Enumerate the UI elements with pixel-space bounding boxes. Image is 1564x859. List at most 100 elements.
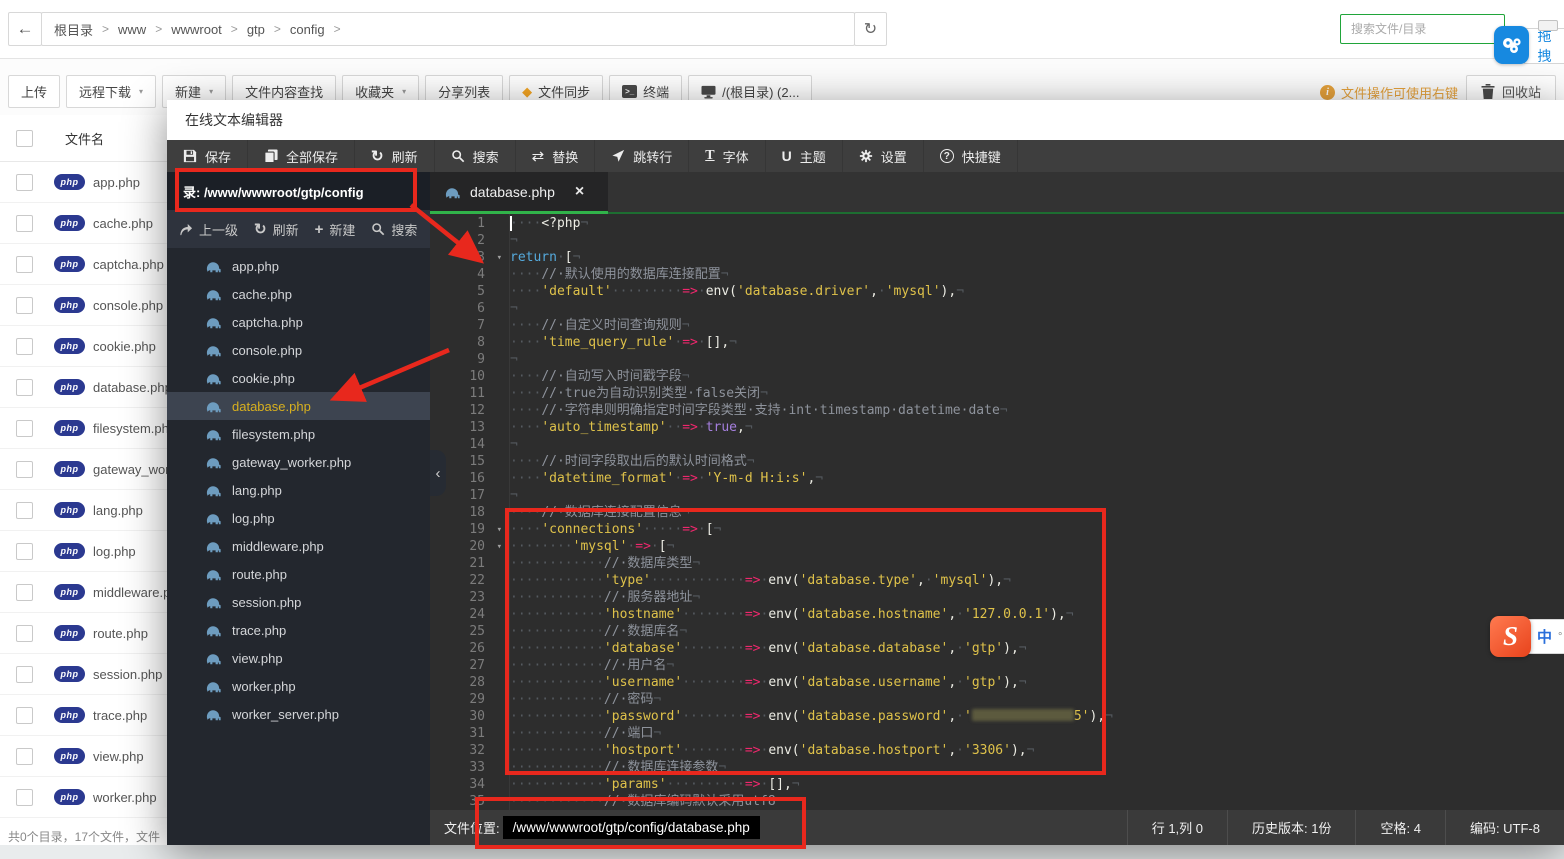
editor-toolbar-button[interactable]: 跳转行 <box>595 140 690 172</box>
toolbar-button[interactable]: 远程下载 ▾ <box>66 75 157 108</box>
editor-toolbar-button[interactable]: T 字体 <box>689 140 766 172</box>
code-line[interactable]: ············//·数据库名¬ <box>510 623 1564 640</box>
tree-item[interactable]: worker.php <box>167 672 430 700</box>
tree-item[interactable]: session.php <box>167 588 430 616</box>
status-item[interactable]: 编码: UTF-8 <box>1444 810 1564 845</box>
status-item[interactable]: 空格: 4 <box>1355 810 1444 845</box>
tree-toolbar-button[interactable]: + 新建 <box>315 220 356 239</box>
code-line[interactable]: ············'hostname'········=> · env('da… <box>510 606 1564 623</box>
fold-caret-icon[interactable]: ▾ <box>497 522 502 539</box>
code-line[interactable]: ····'time_query_rule'·=>·[],¬ <box>510 334 1564 351</box>
sidebar-collapse-handle[interactable]: ‹ <box>430 450 446 496</box>
tree-item[interactable]: view.php <box>167 644 430 672</box>
tree-item[interactable]: trace.php <box>167 616 430 644</box>
select-all-checkbox[interactable] <box>16 129 33 147</box>
tree-item[interactable]: log.php <box>167 504 430 532</box>
tree-item[interactable]: filesystem.php <box>167 420 430 448</box>
back-button[interactable]: ← <box>8 12 42 46</box>
row-checkbox[interactable] <box>16 378 33 396</box>
fold-caret-icon[interactable]: ▾ <box>497 539 502 556</box>
breadcrumb-item[interactable]: wwwroot <box>171 22 222 37</box>
code-line[interactable]: ····//·true为自动识别类型·false关闭¬ <box>510 385 1564 402</box>
code-line[interactable]: ········'mysql'·=>·[¬ <box>510 538 1564 555</box>
row-checkbox[interactable] <box>16 460 33 478</box>
code-line[interactable]: ····//·字符串则明确指定时间字段类型·支持·int·timestamp·d… <box>510 402 1564 419</box>
row-checkbox[interactable] <box>16 788 33 806</box>
code-line[interactable]: ············'params'··········=>·[],¬ <box>510 776 1564 793</box>
row-checkbox[interactable] <box>16 255 33 273</box>
code-line[interactable]: ····//·时间字段取出后的默认时间格式¬ <box>510 453 1564 470</box>
netdisk-drag-button[interactable]: 拖拽 <box>1524 28 1564 64</box>
row-checkbox[interactable] <box>16 214 33 232</box>
code-line[interactable]: ¬ <box>510 232 1564 249</box>
netdisk-icon[interactable] <box>1494 26 1530 64</box>
editor-toolbar-button[interactable]: U 主题 <box>766 140 843 172</box>
row-checkbox[interactable] <box>16 665 33 683</box>
sogou-logo-icon[interactable]: S <box>1490 616 1531 657</box>
code-line[interactable]: ····'connections'·····=>·[¬ <box>510 521 1564 538</box>
search-input[interactable] <box>1349 21 1473 37</box>
code-line[interactable]: ¬ <box>510 300 1564 317</box>
editor-toolbar-button[interactable]: ? 快捷键 <box>924 140 1018 172</box>
code-line[interactable]: ············'database'········=> · env('da… <box>510 640 1564 657</box>
code-line[interactable]: ············'password'········=> · env('da… <box>510 708 1564 725</box>
code-line[interactable]: ¬ <box>510 487 1564 504</box>
code-line[interactable]: return·[¬ <box>510 249 1564 266</box>
row-checkbox[interactable] <box>16 337 33 355</box>
code-line[interactable]: ····<?php¬ <box>510 215 1564 232</box>
code-line[interactable]: ····'default'·········=>·env('database.d… <box>510 283 1564 300</box>
editor-toolbar-button[interactable]: 全部保存 <box>248 140 356 172</box>
tree-item[interactable]: app.php <box>167 252 430 280</box>
tree-toolbar-button[interactable]: 上一级 <box>179 220 238 239</box>
code-line[interactable]: ············//·服务器地址¬ <box>510 589 1564 606</box>
tree-toolbar-button[interactable]: 搜索 <box>371 220 417 239</box>
toolbar-button[interactable]: 上传 <box>8 75 61 108</box>
row-checkbox[interactable] <box>16 296 33 314</box>
editor-toolbar-button[interactable]: 搜索 <box>435 140 516 172</box>
row-checkbox[interactable] <box>16 747 33 765</box>
code-editor[interactable]: 1 2 3 ▾ 4 5 6 7 8 9 10 11 12 13 14 15 16 17 18 19 ▾ 20 ▾ 21 22 23… <box>430 214 1564 810</box>
code-line[interactable]: ············'type'············=>·env('da… <box>510 572 1564 589</box>
code-line[interactable]: ············//·数据库类型¬ <box>510 555 1564 572</box>
editor-toolbar-button[interactable]: 保存 <box>167 140 249 172</box>
status-item[interactable]: 行 1,列 0 <box>1126 810 1227 845</box>
code-line[interactable]: ····'datetime_format'·=>·'Y-m-d H:i:s',¬ <box>510 470 1564 487</box>
row-checkbox[interactable] <box>16 173 33 191</box>
code-lines[interactable]: ····<?php¬ ¬ return·[¬ ····//·默认使用的数据库连接配置¬… <box>510 214 1564 810</box>
breadcrumb-item[interactable]: 根目录 <box>54 20 93 39</box>
code-line[interactable]: ¬ <box>510 436 1564 453</box>
tree-item[interactable]: route.php <box>167 560 430 588</box>
breadcrumb-item[interactable]: gtp <box>247 22 265 37</box>
netdisk-handle[interactable] <box>1538 20 1558 31</box>
code-line[interactable]: ····//·自定义时间查询规则¬ <box>510 317 1564 334</box>
status-item[interactable]: 历史版本: 1份 <box>1227 810 1355 845</box>
row-checkbox[interactable] <box>16 501 33 519</box>
code-line[interactable]: ············//·用户名¬ <box>510 657 1564 674</box>
tree-item[interactable]: worker_server.php <box>167 700 430 728</box>
code-line[interactable]: ····'auto_timestamp'··=>·true,¬ <box>510 419 1564 436</box>
tree-item[interactable]: cookie.php <box>167 364 430 392</box>
tree-item[interactable]: cache.php <box>167 280 430 308</box>
row-checkbox[interactable] <box>16 706 33 724</box>
file-location-path[interactable]: /www/wwwroot/gtp/config/database.php <box>502 816 760 839</box>
tree-item[interactable]: gateway_worker.php <box>167 448 430 476</box>
tree-toolbar-button[interactable]: ↻ 刷新 <box>254 220 299 239</box>
editor-toolbar-button[interactable]: ⇄ 替换 <box>516 140 596 172</box>
code-line[interactable]: ············//·端口¬ <box>510 725 1564 742</box>
editor-toolbar-button[interactable]: 设置 <box>843 140 924 172</box>
tree-item[interactable]: middleware.php <box>167 532 430 560</box>
refresh-button[interactable]: ↻ <box>854 12 887 46</box>
tab-close-icon[interactable]: × <box>575 183 584 201</box>
code-line[interactable]: ····//·数据库连接配置信息¬ <box>510 504 1564 521</box>
code-line[interactable]: ············//·数据库编码默认采用utf8 <box>510 793 1564 810</box>
code-line[interactable]: ············//·数据库连接参数¬ <box>510 759 1564 776</box>
code-line[interactable]: ····//·自动写入时间戳字段¬ <box>510 368 1564 385</box>
row-checkbox[interactable] <box>16 624 33 642</box>
tree-item[interactable]: console.php <box>167 336 430 364</box>
breadcrumb-item[interactable]: config <box>290 22 325 37</box>
fold-caret-icon[interactable]: ▾ <box>497 250 502 267</box>
row-checkbox[interactable] <box>16 542 33 560</box>
row-checkbox[interactable] <box>16 583 33 601</box>
code-line[interactable]: ¬ <box>510 351 1564 368</box>
code-line[interactable]: ············'username'········=> · env('da… <box>510 674 1564 691</box>
